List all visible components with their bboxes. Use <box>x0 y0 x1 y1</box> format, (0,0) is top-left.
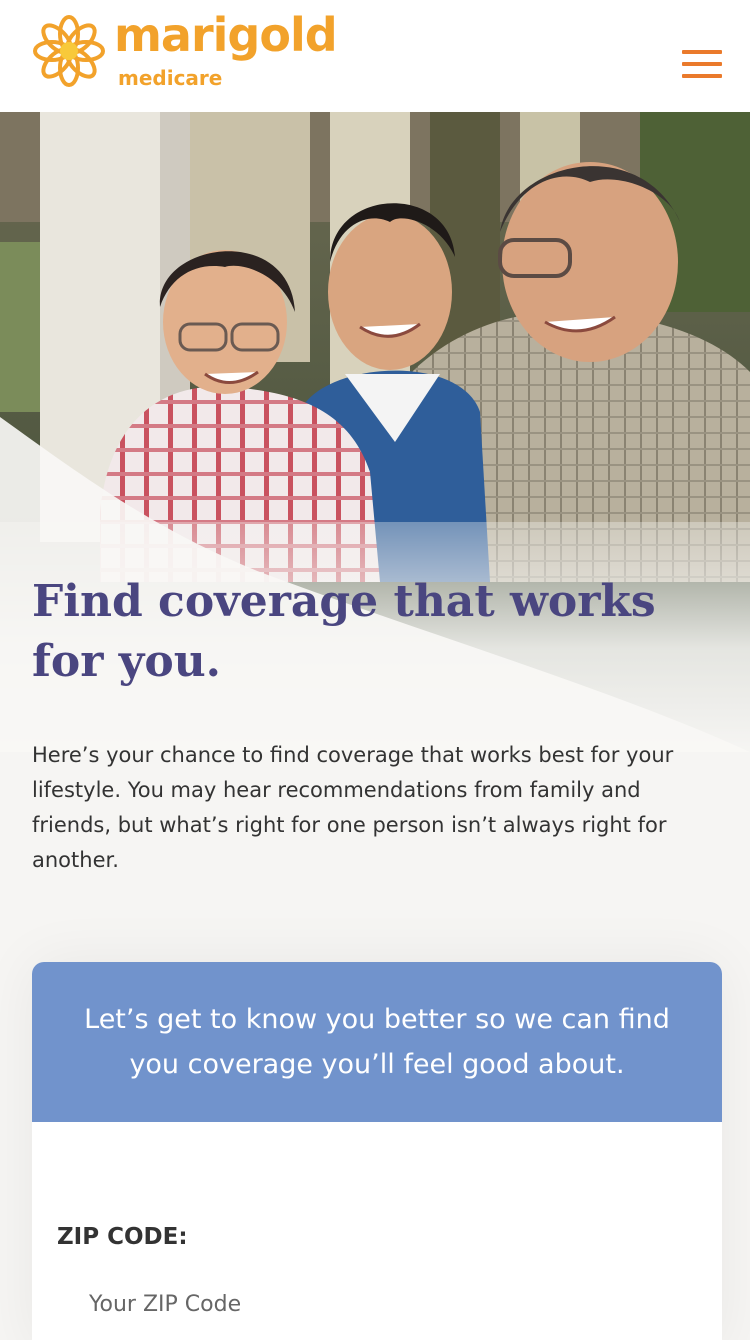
brand-name: marigold <box>114 8 338 62</box>
form-card-header: Let’s get to know you better so we can f… <box>32 962 722 1122</box>
zip-code-input[interactable] <box>57 1280 677 1328</box>
menu-bar <box>682 50 722 54</box>
menu-bar <box>682 62 722 66</box>
marigold-flower-icon <box>33 15 105 87</box>
page-headline: Find coverage that works for you. <box>32 576 656 687</box>
brand-subtitle: medicare <box>118 66 223 90</box>
hamburger-menu-button[interactable] <box>680 46 724 82</box>
zip-code-label: ZIP CODE: <box>57 1224 188 1250</box>
intro-paragraph: Here’s your chance to find coverage that… <box>32 743 674 872</box>
site-header: marigold medicare <box>0 0 750 112</box>
zip-form-card: Let’s get to know you better so we can f… <box>32 962 722 1340</box>
marigold-medicare-logo[interactable]: marigold medicare <box>32 8 338 94</box>
menu-bar <box>682 74 722 78</box>
